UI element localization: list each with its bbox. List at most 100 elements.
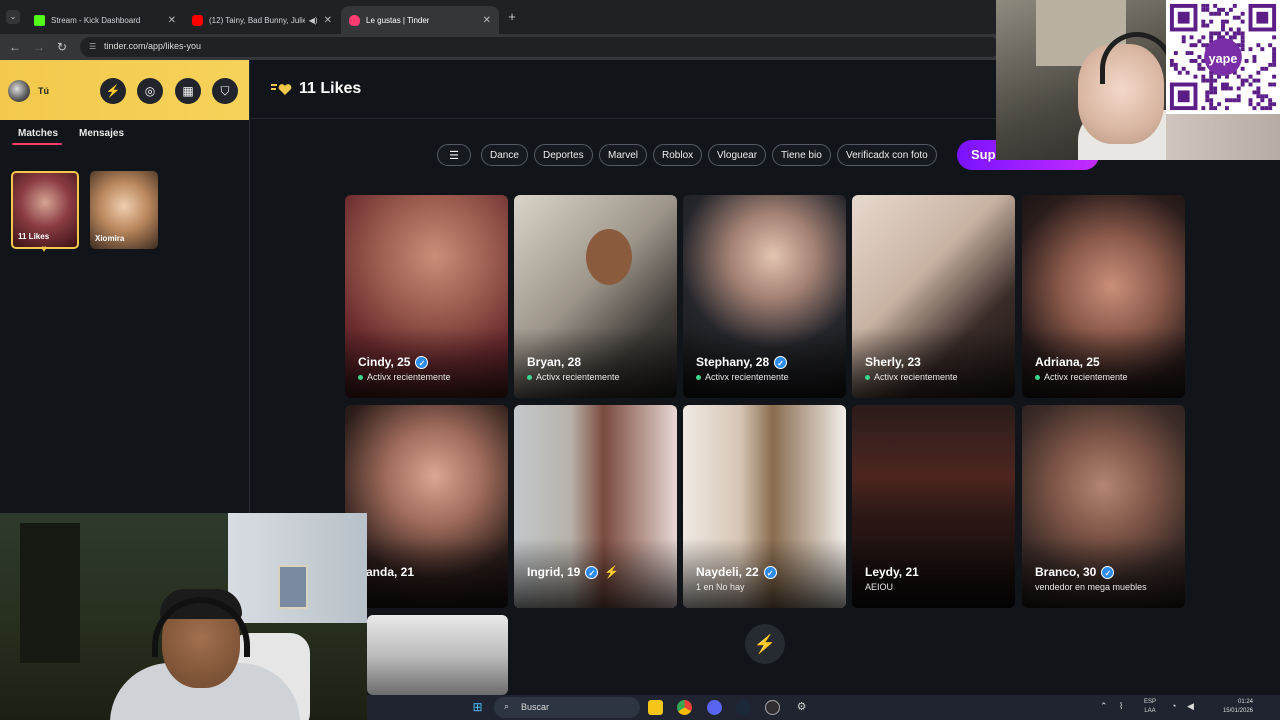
- online-dot-icon: [1035, 374, 1040, 380]
- close-tab-icon[interactable]: ✕: [324, 15, 332, 26]
- back-arrow-icon[interactable]: ←: [8, 40, 22, 54]
- youtube-icon: [192, 14, 203, 26]
- settings-gear-icon[interactable]: ⚙: [794, 700, 809, 715]
- profile-name-text: Bryan, 28: [527, 355, 582, 369]
- avatar[interactable]: [8, 80, 30, 102]
- match-card-xiomira[interactable]: Xiomira: [90, 171, 158, 249]
- likes-summary-card[interactable]: 11 Likes: [11, 171, 79, 249]
- profile-name: Adriana, 25: [1035, 355, 1100, 369]
- webcam-overlay-bottom: [0, 513, 367, 720]
- profile-status-text: 1 en No hay: [696, 582, 745, 592]
- profile-card[interactable]: Ingrid, 19 ✓ ⚡: [514, 405, 677, 608]
- boost-icon[interactable]: ⚡: [100, 78, 126, 104]
- webcam-background: [20, 523, 80, 663]
- briefcase-icon[interactable]: ▦: [175, 78, 201, 104]
- profile-card[interactable]: iranda, 21 p: [345, 405, 508, 608]
- system-clock[interactable]: 01:24 15/01/2026: [1207, 698, 1253, 716]
- tab-youtube[interactable]: (12) Tainy, Bad Bunny, Julie ◀) ✕: [184, 6, 340, 34]
- taskbar-search[interactable]: ⌕ Buscar: [494, 697, 640, 718]
- photo-frame: [278, 565, 308, 609]
- close-tab-icon[interactable]: ✕: [483, 15, 491, 26]
- site-info-icon[interactable]: ☰: [89, 42, 96, 51]
- speaker-icon[interactable]: ◀): [309, 16, 318, 25]
- boost-icon: ⚡: [604, 565, 620, 579]
- reload-icon[interactable]: ↻: [55, 40, 69, 54]
- profile-card[interactable]: Cindy, 25 ✓ Activx recientemente: [345, 195, 508, 398]
- qr-brand-text: yape: [1209, 52, 1238, 66]
- chevron-up-icon[interactable]: ⌃: [1100, 701, 1108, 712]
- url-text: tinder.com/app/likes-you: [104, 41, 202, 51]
- filter-chip-dance[interactable]: Dance: [481, 144, 528, 166]
- profile-card[interactable]: Stephany, 28 ✓ Activx recientemente: [683, 195, 846, 398]
- profile-status-text: Activx recientemente: [705, 372, 789, 382]
- explore-icon[interactable]: ◎: [137, 78, 163, 104]
- steam-icon[interactable]: [736, 700, 751, 715]
- profile-label[interactable]: Tú: [38, 86, 49, 96]
- profile-status-text: vendedor en mega muebles: [1035, 582, 1147, 592]
- profile-card[interactable]: Naydeli, 22 ✓ 1 en No hay: [683, 405, 846, 608]
- network-activity-icon[interactable]: ⌇: [1119, 701, 1123, 712]
- obs-icon[interactable]: [765, 700, 780, 715]
- verified-badge-icon: ✓: [585, 565, 599, 579]
- boost-button[interactable]: ⚡: [745, 624, 785, 664]
- new-tab-button[interactable]: +: [505, 10, 519, 24]
- lang-layout: LAA: [1144, 708, 1156, 714]
- sliders-icon: ☰: [449, 149, 459, 162]
- shield-icon[interactable]: ⛉: [212, 78, 238, 104]
- tab-messages[interactable]: Mensajes: [79, 128, 124, 139]
- forward-arrow-icon[interactable]: →: [32, 40, 46, 54]
- file-explorer-icon[interactable]: [648, 700, 663, 715]
- input-language[interactable]: ESP LAA: [1139, 698, 1161, 716]
- profile-status: AEIOU: [865, 582, 893, 592]
- url-bar[interactable]: ☰ tinder.com/app/likes-you: [80, 37, 1000, 57]
- filter-chip-verificadx[interactable]: Verificadx con foto: [837, 144, 937, 166]
- windows-taskbar: ⊞ ⌕ Buscar ⚙ ⌃ ⌇ ESP LAA ◔ ◀ 01:24 15/01…: [367, 695, 1280, 720]
- profile-status: 1 en No hay: [696, 582, 745, 592]
- match-card-label: Xiomira: [95, 234, 125, 243]
- profile-card[interactable]: Branco, 30 ✓ vendedor en mega muebles: [1022, 405, 1185, 608]
- profile-name-text: Adriana, 25: [1035, 355, 1100, 369]
- profile-card[interactable]: [367, 615, 508, 695]
- kick-icon: [34, 14, 45, 26]
- close-tab-icon[interactable]: ✕: [168, 15, 176, 26]
- profile-name: Branco, 30 ✓: [1035, 565, 1115, 579]
- profile-status: Activx recientemente: [358, 372, 451, 382]
- verified-badge-icon: ✓: [1101, 565, 1115, 579]
- filter-chip-tiene-bio[interactable]: Tiene bio: [772, 144, 831, 166]
- filter-chip-marvel[interactable]: Marvel: [599, 144, 648, 166]
- webcam-overlay-hand: [1166, 114, 1280, 160]
- tab-kick-dashboard[interactable]: Stream - Kick Dashboard ✕: [26, 6, 184, 34]
- profile-card[interactable]: Sherly, 23 Activx recientemente: [852, 195, 1015, 398]
- windows-start-icon[interactable]: ⊞: [470, 700, 485, 715]
- profile-name-text: Sherly, 23: [865, 355, 921, 369]
- active-tab-indicator: [12, 143, 62, 145]
- sidebar-tabs: Matches Mensajes: [0, 128, 250, 148]
- match-card-label: 11 Likes: [18, 232, 50, 241]
- profile-card[interactable]: Leydy, 21 AEIOU: [852, 405, 1015, 608]
- volume-icon[interactable]: ◀: [1187, 701, 1194, 712]
- profile-name-text: Ingrid, 19: [527, 565, 581, 579]
- tab-title: (12) Tainy, Bad Bunny, Julie: [209, 15, 305, 25]
- tab-list-button[interactable]: ⌄: [6, 10, 20, 24]
- wifi-icon[interactable]: ◔: [1171, 701, 1176, 711]
- profile-status-text: Activx recientemente: [536, 372, 620, 382]
- discord-icon[interactable]: [707, 700, 722, 715]
- profile-status: Activx recientemente: [1035, 372, 1128, 382]
- tab-matches[interactable]: Matches: [18, 128, 58, 139]
- filter-chip-roblox[interactable]: Roblox: [653, 144, 703, 166]
- profile-card[interactable]: Adriana, 25 Activx recientemente: [1022, 195, 1185, 398]
- profile-status: vendedor en mega muebles: [1035, 582, 1147, 592]
- profile-card[interactable]: Bryan, 28 Activx recientemente: [514, 195, 677, 398]
- profile-name-text: Leydy, 21: [865, 565, 919, 579]
- filter-chip-vloguear[interactable]: Vloguear: [708, 144, 767, 166]
- tab-tinder[interactable]: Le gustas | Tinder ✕: [341, 6, 499, 34]
- filter-chip-deportes[interactable]: Deportes: [534, 144, 593, 166]
- online-dot-icon: [527, 374, 532, 380]
- profile-status-text: Activx recientemente: [874, 372, 958, 382]
- heart-icon: ♥: [41, 244, 47, 255]
- chrome-icon[interactable]: [677, 700, 692, 715]
- profile-name: Leydy, 21: [865, 565, 919, 579]
- profile-name: Bryan, 28: [527, 355, 581, 369]
- filter-settings-button[interactable]: ☰: [437, 144, 471, 166]
- profile-name: Cindy, 25 ✓: [358, 355, 429, 369]
